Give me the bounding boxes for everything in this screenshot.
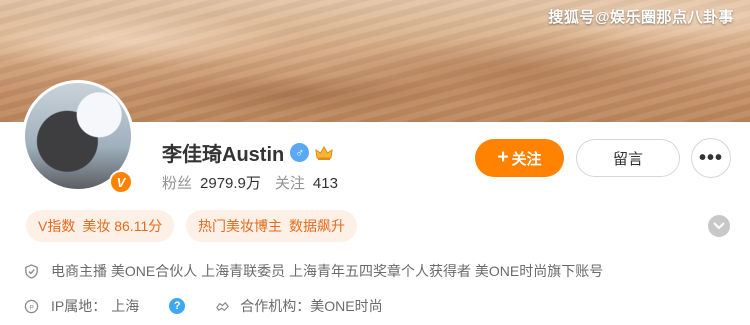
- following-label: 关注: [274, 175, 305, 192]
- name-row: 李佳琦Austin ♂: [162, 138, 333, 167]
- profile-name: 李佳琦Austin: [162, 144, 285, 166]
- male-icon: ♂: [290, 143, 310, 162]
- following-stat[interactable]: 关注 413: [275, 172, 338, 193]
- tag-value: 美妆 86.11分: [82, 218, 163, 234]
- profile-stats: 粉丝 2979.9万 关注 413: [162, 172, 338, 193]
- verified-v-icon: V: [109, 170, 133, 194]
- message-button[interactable]: 留言: [576, 139, 680, 177]
- plus-icon: +: [497, 147, 509, 168]
- tag-value: 数据飙升: [289, 218, 345, 234]
- partner-value[interactable]: 美ONE时尚: [310, 296, 382, 316]
- description-row: 电商主播 美ONE合伙人 上海青联委员 上海青年五四奖章个人获得者 美ONE时尚…: [24, 261, 603, 281]
- ip-location-icon: P: [24, 299, 39, 313]
- tag-title: 热门美妆博主: [198, 218, 282, 234]
- description-text: 电商主播 美ONE合伙人 上海青联委员 上海青年五四奖章个人获得者 美ONE时尚…: [51, 263, 604, 279]
- crown-icon[interactable]: [315, 145, 333, 161]
- ip-value: 上海: [111, 298, 140, 314]
- hot-blogger-tag[interactable]: 热门美妆博主 数据飙升: [186, 210, 357, 242]
- fans-stat[interactable]: 粉丝 2979.9万: [162, 172, 261, 193]
- ip-partner-row: P IP属地： 上海 ? 合作机构： 美ONE时尚: [24, 296, 383, 316]
- v-index-tag[interactable]: V指数 美妆 86.11分: [26, 210, 175, 242]
- handshake-icon: [216, 301, 230, 311]
- fans-label: 粉丝: [162, 175, 193, 192]
- following-value: 413: [312, 175, 338, 192]
- chevron-down-icon[interactable]: [708, 215, 730, 237]
- help-icon[interactable]: ?: [169, 298, 186, 314]
- svg-text:P: P: [29, 304, 34, 311]
- watermark-text: 搜狐号@娱乐圈那点八卦事: [548, 9, 734, 26]
- fans-value: 2979.9万: [200, 175, 261, 192]
- shield-icon: [25, 263, 38, 279]
- follow-label: 关注: [511, 150, 542, 168]
- tag-title: V指数: [38, 218, 76, 234]
- more-options-button[interactable]: •••: [691, 138, 731, 178]
- ip-label: IP属地：: [51, 298, 107, 314]
- follow-button[interactable]: + 关注: [475, 139, 564, 177]
- partner-label: 合作机构：: [240, 298, 311, 314]
